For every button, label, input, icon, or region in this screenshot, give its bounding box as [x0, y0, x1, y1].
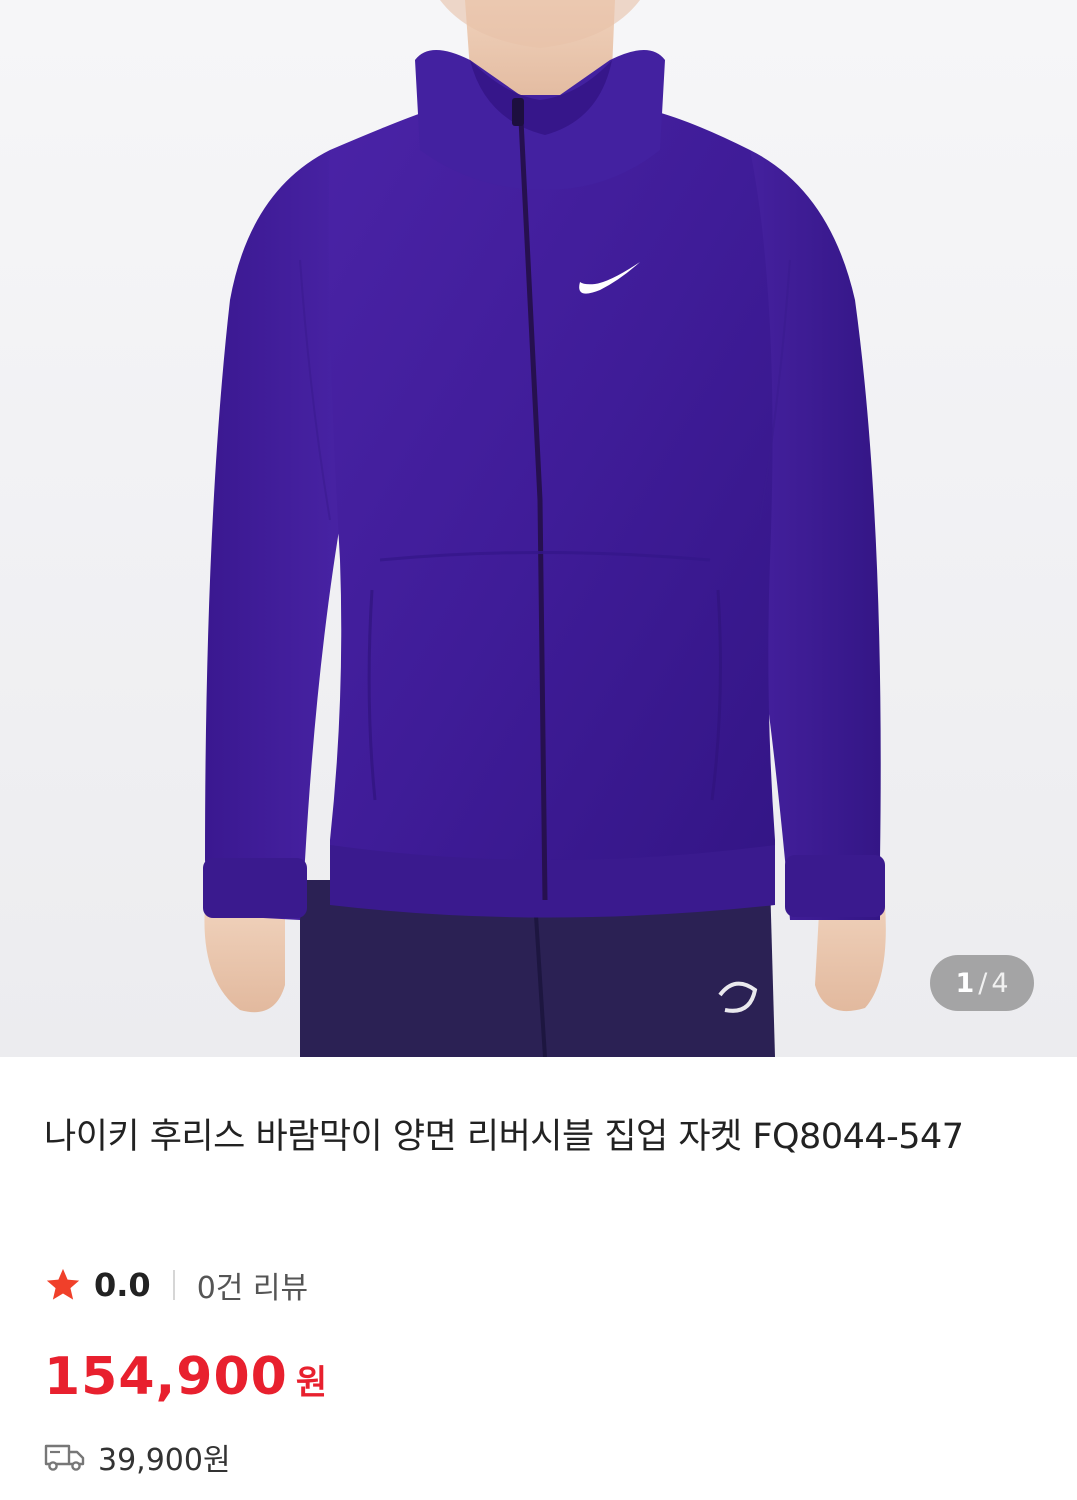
current-page: 1	[955, 967, 975, 999]
product-info: 나이키 후리스 바람막이 양면 리버시블 집업 자켓 FQ8044-547 0.…	[0, 1057, 1077, 1500]
price-row: 154,900 원	[44, 1347, 327, 1417]
truck-icon	[44, 1444, 85, 1471]
page-separator: /	[978, 967, 988, 999]
product-detail-page: 1 / 4 나이키 후리스 바람막이 양면 리버시블 집업 자켓 FQ8044-…	[0, 0, 1077, 1500]
rating-value: 0.0	[94, 1266, 151, 1304]
shipping-fee: 39,900원	[98, 1443, 231, 1478]
product-photo-icon	[0, 0, 1077, 1057]
product-image-gallery[interactable]: 1 / 4	[0, 0, 1077, 1057]
total-pages: 4	[991, 967, 1009, 999]
star-icon	[46, 1268, 80, 1300]
review-count-link[interactable]: 0건 리뷰	[197, 1263, 308, 1307]
rating-row[interactable]: 0.0 0건 리뷰	[44, 1263, 308, 1307]
shipping-row: 39,900원	[44, 1435, 231, 1479]
price-unit: 원	[295, 1363, 328, 1403]
product-title: 나이키 후리스 바람막이 양면 리버시블 집업 자켓 FQ8044-547	[44, 1117, 964, 1157]
rating-divider	[172, 1270, 175, 1300]
image-page-indicator: 1 / 4	[930, 955, 1034, 1011]
price-amount: 154,900	[44, 1347, 288, 1407]
